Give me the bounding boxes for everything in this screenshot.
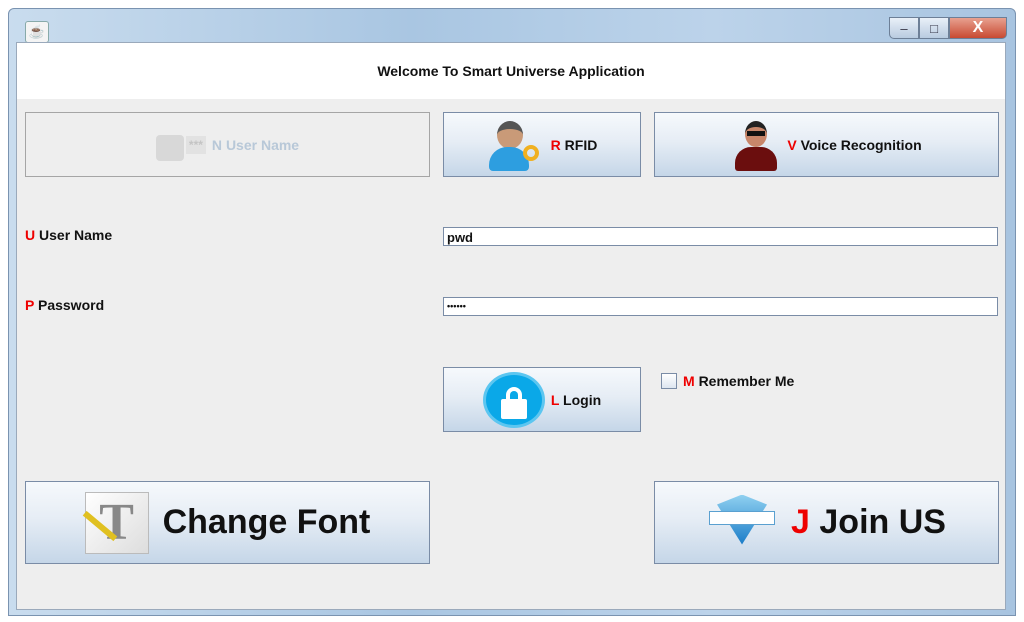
button-label: Login xyxy=(563,391,602,408)
welcome-title: Welcome To Smart Universe Application xyxy=(377,63,645,79)
page-title: Welcome To Smart Universe Application xyxy=(17,43,1005,99)
username-input[interactable]: pwd xyxy=(443,227,998,246)
content-panel: Welcome To Smart Universe Application **… xyxy=(16,42,1006,610)
username-login-button[interactable]: *** N User Name xyxy=(25,112,430,177)
minimize-button[interactable]: – xyxy=(889,17,919,39)
mnemonic: L xyxy=(550,391,560,408)
button-label: User Name xyxy=(225,136,300,153)
new-member-badge-icon xyxy=(707,494,777,551)
mnemonic: R xyxy=(550,136,561,153)
button-label: RFID xyxy=(564,136,598,153)
remember-me-checkbox[interactable]: M Remember Me xyxy=(661,373,794,389)
change-font-button[interactable]: T Change Font xyxy=(25,481,430,564)
voice-recognition-button[interactable]: V Voice Recognition xyxy=(654,112,999,177)
mnemonic: P xyxy=(25,297,35,313)
mnemonic: U xyxy=(25,227,36,243)
window-controls: – □ X xyxy=(889,17,1007,39)
font-t-icon: T xyxy=(82,491,149,554)
button-label: Change Font xyxy=(162,503,371,541)
password-lock-icon: *** xyxy=(155,132,206,161)
java-app-icon[interactable]: ☕ xyxy=(25,21,49,43)
username-label: U User Name xyxy=(25,227,112,243)
label-text: User Name xyxy=(39,227,113,243)
agent-headset-icon xyxy=(731,119,781,171)
button-label: Voice Recognition xyxy=(800,136,922,153)
label-text: Password xyxy=(37,297,105,313)
maximize-button[interactable]: □ xyxy=(919,17,949,39)
checkbox-label: Remember Me xyxy=(698,373,795,389)
close-button[interactable]: X xyxy=(949,17,1007,39)
password-input[interactable]: •••••• xyxy=(443,297,998,316)
rfid-button[interactable]: R RFID xyxy=(443,112,641,177)
mnemonic: M xyxy=(683,373,695,389)
user-key-icon xyxy=(487,119,545,171)
join-us-button[interactable]: J Join US xyxy=(654,481,999,564)
checkbox-box[interactable] xyxy=(661,373,677,389)
mnemonic: V xyxy=(787,136,797,153)
password-label: P Password xyxy=(25,297,104,313)
button-label: Join US xyxy=(819,503,946,541)
mnemonic: N xyxy=(211,136,223,153)
login-button[interactable]: L Login xyxy=(443,367,641,432)
mnemonic: J xyxy=(791,503,810,541)
lock-icon xyxy=(482,371,545,428)
